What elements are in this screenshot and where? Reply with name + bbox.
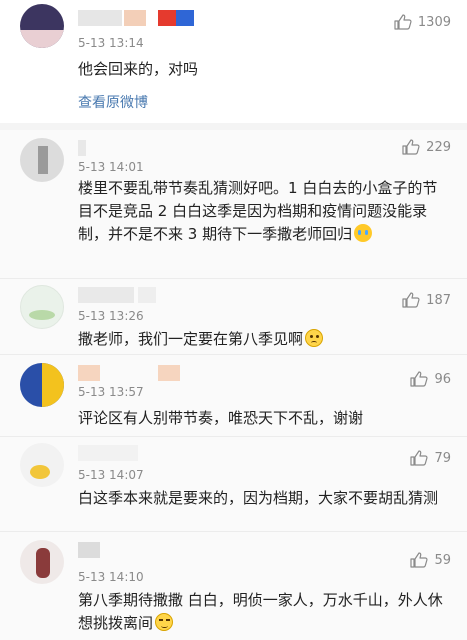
comment-text: 第八季期待撒撒 白白，明侦一家人，万水千山，外人休想挑拨离间 [78, 591, 443, 632]
avatar[interactable] [20, 4, 64, 48]
comment-text: 他会回来的，对吗 [78, 60, 199, 78]
username-redacted[interactable] [78, 140, 118, 156]
comment-item: 5-13 14:01 楼里不要乱带节奏乱猜测好吧。1 白白去的小盒子的节目不是竞… [0, 130, 467, 278]
comment-text: 撒老师，我们一定要在第八季见啊 [78, 328, 448, 351]
avatar[interactable] [20, 540, 64, 584]
view-original-link[interactable]: 查看原微博 [78, 92, 148, 112]
username-redacted[interactable] [78, 542, 138, 558]
like-button[interactable]: 1309 [394, 14, 451, 30]
comment-item: 5-13 14:07 白这季本来就是要来的，因为档期，大家不要胡乱猜测 79 [0, 437, 467, 531]
thumbs-up-icon [402, 292, 420, 308]
avatar[interactable] [20, 138, 64, 182]
like-count: 79 [434, 450, 451, 466]
comment-time: 5-13 13:57 [78, 385, 144, 399]
comment-time: 5-13 14:10 [78, 570, 144, 584]
thumbs-up-icon [402, 139, 420, 155]
thumbs-up-icon [394, 14, 412, 30]
thumbs-up-icon [410, 552, 429, 568]
comment-item: 5-13 14:10 第八季期待撒撒 白白，明侦一家人，万水千山，外人休想挑拨离… [0, 532, 467, 640]
comment-time: 5-13 13:14 [78, 36, 144, 50]
thumbs-up-icon [410, 450, 429, 466]
comment-text: 评论区有人别带节奏，唯恐天下不乱，谢谢 [78, 409, 364, 427]
section-gap [0, 123, 467, 130]
like-count: 59 [434, 552, 451, 568]
comment-item: 5-13 13:26 撒老师，我们一定要在第八季见啊 187 [0, 279, 467, 354]
like-button[interactable]: 59 [410, 552, 451, 568]
avatar[interactable] [20, 285, 64, 329]
comment-time: 5-13 14:07 [78, 468, 144, 482]
username-redacted[interactable] [78, 10, 198, 26]
like-count: 96 [434, 371, 451, 387]
comment-time: 5-13 13:26 [78, 309, 144, 323]
comment-item: 5-13 13:57 评论区有人别带节奏，唯恐天下不乱，谢谢 96 [0, 355, 467, 436]
sad-face-icon [305, 329, 324, 347]
thumbs-up-icon [410, 371, 429, 387]
username-redacted[interactable] [78, 287, 158, 303]
like-button[interactable]: 229 [402, 139, 451, 155]
username-redacted[interactable] [78, 445, 158, 461]
like-count: 187 [426, 292, 451, 308]
top-comment: 5-13 13:14 他会回来的，对吗 查看原微博 1309 [0, 0, 467, 123]
username-redacted[interactable] [78, 365, 188, 381]
comment-text: 楼里不要乱带节奏乱猜测好吧。1 白白去的小盒子的节目不是竞品 2 白白这季是因为… [78, 179, 438, 243]
like-button[interactable]: 79 [410, 450, 451, 466]
smirk-face-icon [155, 613, 174, 631]
like-button[interactable]: 187 [402, 292, 451, 308]
avatar[interactable] [20, 363, 64, 407]
comment-time: 5-13 14:01 [78, 160, 144, 174]
crying-face-icon [354, 224, 373, 242]
like-button[interactable]: 96 [410, 371, 451, 387]
like-count: 229 [426, 139, 451, 155]
comment-text: 白这季本来就是要来的，因为档期，大家不要胡乱猜测 [78, 489, 439, 507]
avatar[interactable] [20, 443, 64, 487]
like-count: 1309 [417, 14, 451, 30]
